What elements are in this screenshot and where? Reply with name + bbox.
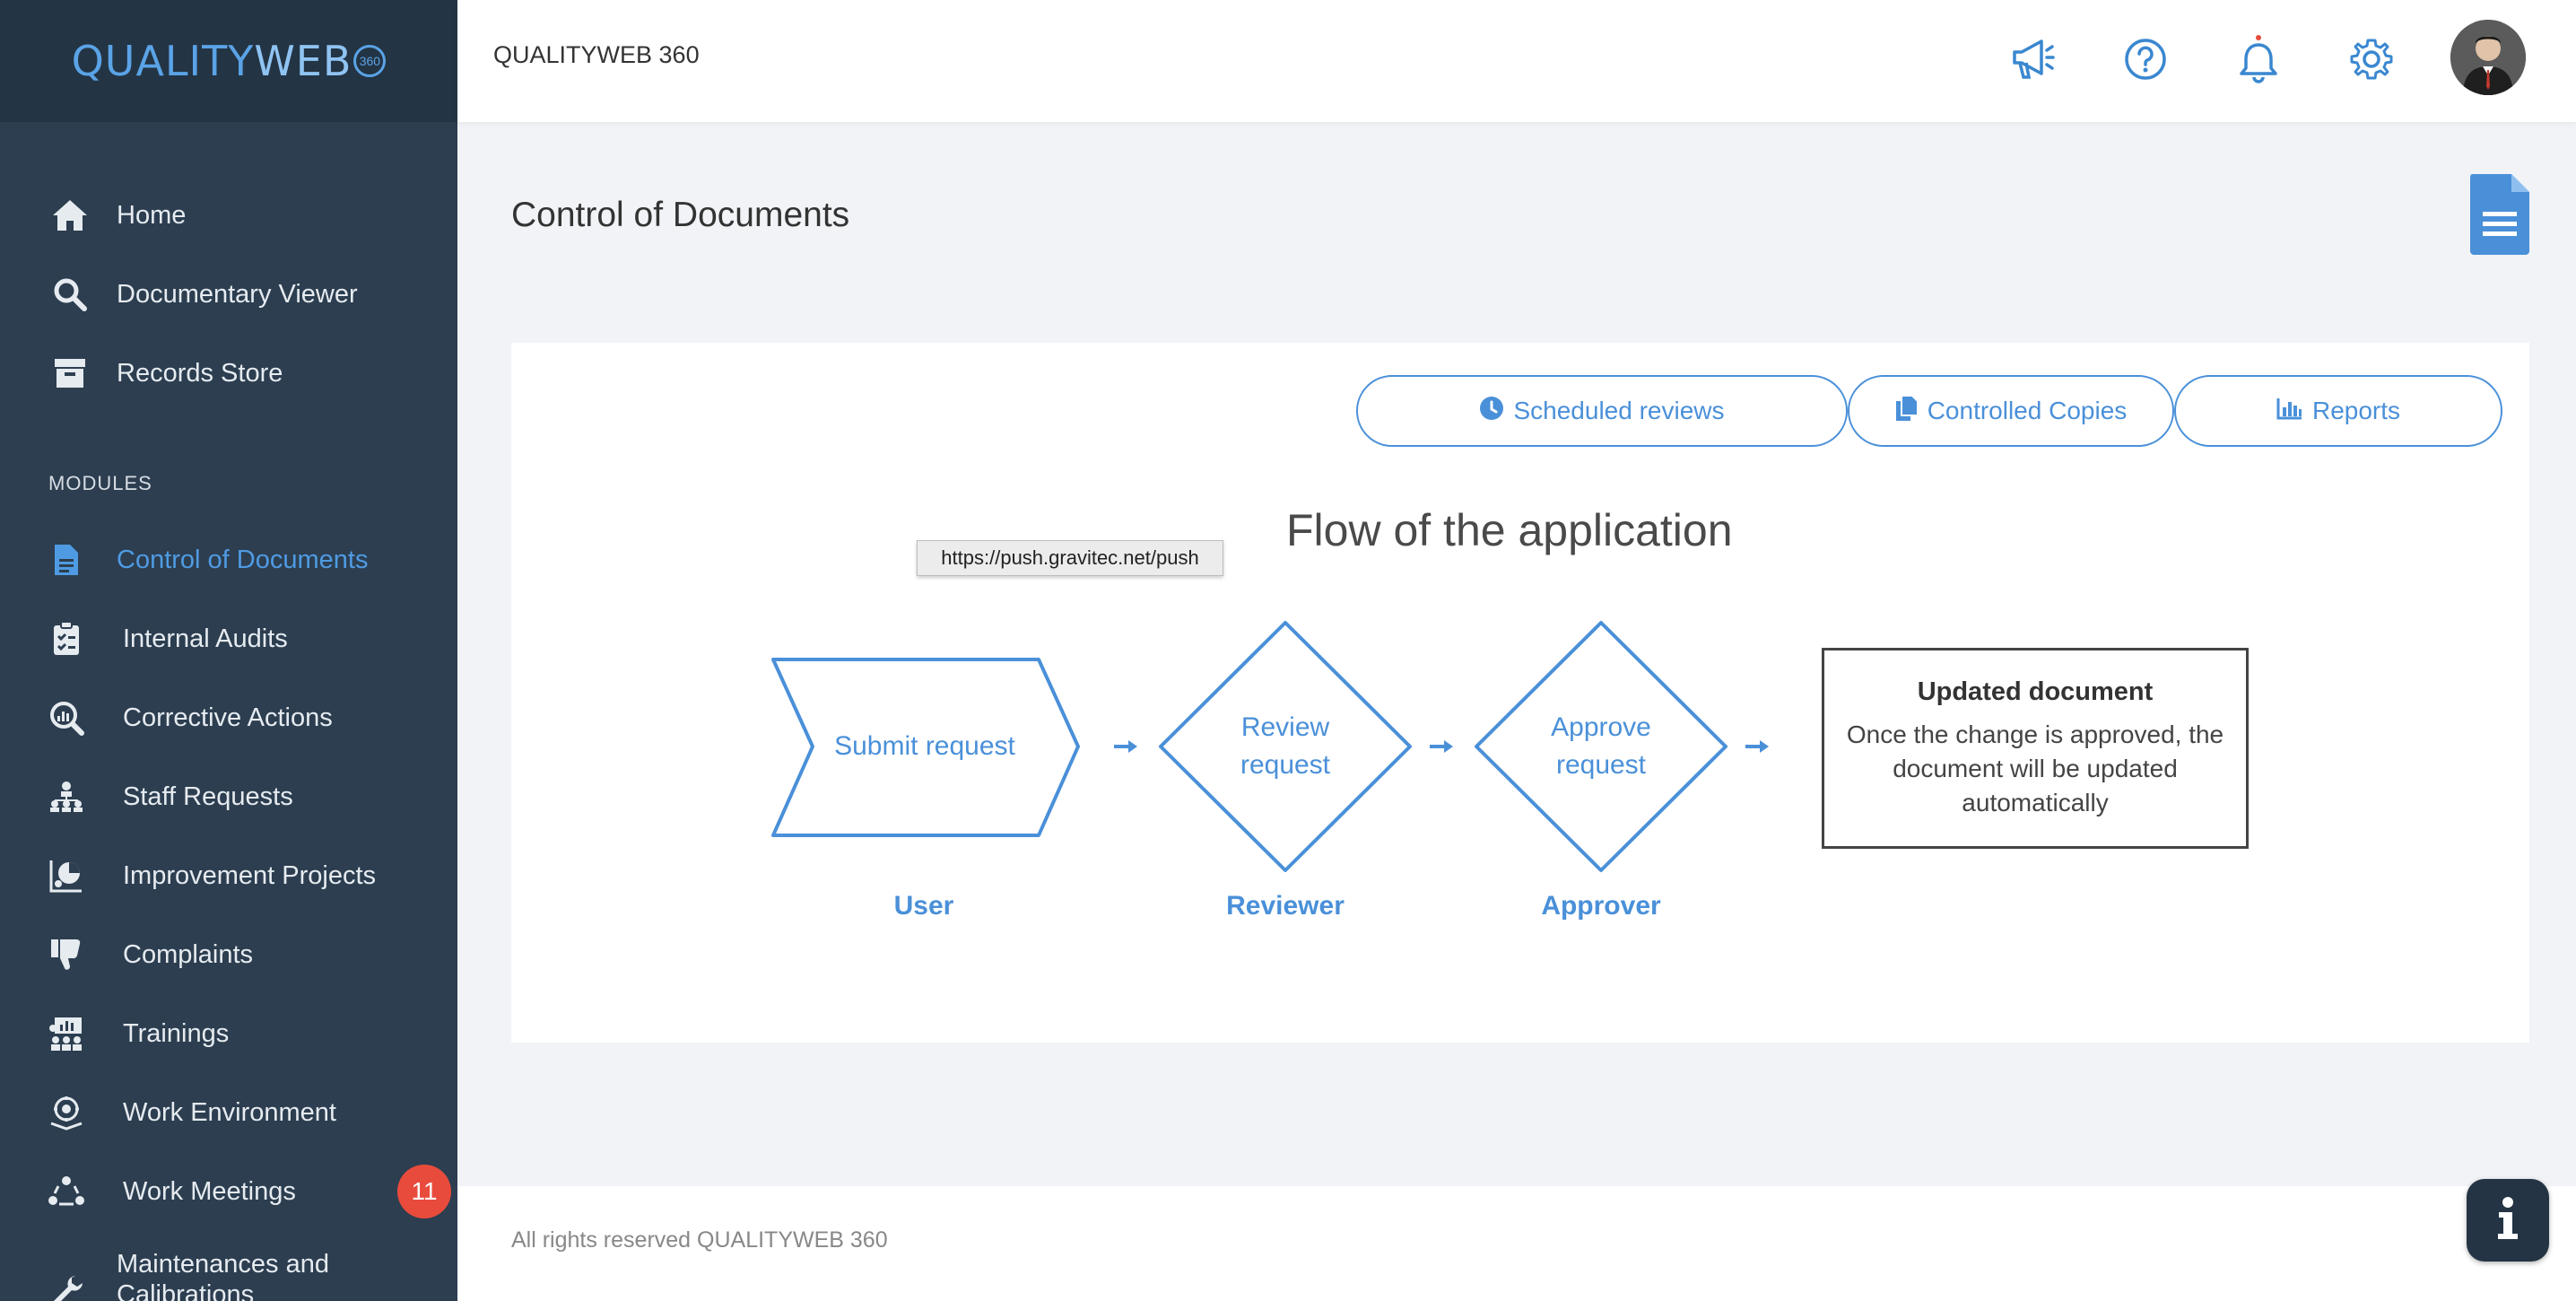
question-icon [2123,37,2168,86]
sidebar-item-label: Work Meetings [123,1176,296,1206]
sidebar-item-home[interactable]: Home [0,187,457,244]
wrench-icon [45,1269,88,1301]
document-icon [2468,172,2531,259]
brand-name-part2: WEB [254,37,352,85]
role-reviewer: Reviewer [1226,891,1345,921]
sidebar-item-improvement-projects[interactable]: Improvement Projects [0,847,457,904]
bar-chart-icon [2276,397,2303,426]
footer: All rights reserved QUALITYWEB 360 [457,1186,2576,1301]
bell-icon [2236,34,2281,89]
brand-badge: 360 [353,45,387,77]
megaphone-icon [2009,38,2056,85]
sidebar-item-label: Maintenances and Calibrations [117,1250,329,1301]
environment-icon [45,1091,88,1134]
sidebar-item-maintenances[interactable]: Maintenances and Calibrations [0,1242,457,1301]
sidebar-item-label: Trainings [123,1018,230,1048]
brand-name-part1: QUALITY [71,37,255,85]
sidebar-item-label: Home [117,200,187,230]
meeting-icon [45,1170,88,1213]
submit-request-label: Submit request [834,731,1015,761]
approve-request-label: Approve request [1551,712,1651,780]
updated-document-box: Updated document Once the change is appr… [1822,648,2249,849]
footer-copyright: All rights reserved QUALITYWEB 360 [511,1227,888,1253]
sidebar-item-label: Control of Documents [117,545,369,574]
sidebar-item-documentary-viewer[interactable]: Documentary Viewer [0,266,457,323]
url-tooltip: https://push.gravitec.net/push [917,540,1223,576]
clock-icon [1479,396,1504,427]
gear-icon [2349,37,2394,86]
clipboard-check-icon [45,617,88,660]
sidebar-item-corrective-actions[interactable]: Corrective Actions [0,689,457,747]
modules-section-label: MODULES [48,472,152,494]
controlled-copies-button[interactable]: Controlled Copies [1848,375,2174,447]
updated-document-title: Updated document [1917,677,2154,706]
sidebar-item-complaints[interactable]: Complaints [0,926,457,983]
info-icon [2494,1196,2521,1245]
controlled-copies-label: Controlled Copies [1927,397,2128,424]
user-avatar[interactable] [2450,20,2526,95]
info-button[interactable] [2467,1179,2549,1262]
review-request-label: Review request [1240,712,1331,780]
notifications-button[interactable] [2230,32,2287,90]
announcements-button[interactable] [2004,32,2061,90]
flow-title: Flow of the application [1286,505,1733,555]
help-button[interactable] [2117,32,2174,90]
document-icon [45,538,88,581]
sidebar-item-label: Internal Audits [123,624,288,653]
sidebar-item-label: Documentary Viewer [117,279,358,309]
sidebar-item-label: Corrective Actions [123,703,333,732]
reports-button[interactable]: Reports [2174,375,2502,447]
sidebar-item-work-meetings[interactable]: Work Meetings 11 [0,1163,457,1220]
project-icon [45,854,88,897]
org-chart-icon [45,775,88,818]
archive-icon [48,352,91,395]
sidebar-item-work-environment[interactable]: Work Environment [0,1084,457,1141]
app-title: QUALITYWEB 360 [493,41,700,68]
updated-document-text: Once the change is approved, the documen… [1846,720,2224,816]
scheduled-reviews-button[interactable]: Scheduled reviews [1356,375,1848,447]
sidebar-item-label: Improvement Projects [123,860,377,890]
thumbs-down-icon [45,933,88,976]
magnify-chart-icon [45,696,88,739]
role-user: User [893,891,954,921]
sidebar: QUALITYWEB 360 Home Documentary Viewer R… [0,0,457,1301]
search-icon [48,273,91,316]
sidebar-item-control-of-documents[interactable]: Control of Documents [0,531,457,589]
sidebar-item-label: Work Environment [123,1097,336,1127]
brand-logo[interactable]: QUALITYWEB 360 [0,0,457,122]
training-icon [45,1012,88,1055]
copy-icon [1895,394,1919,428]
sidebar-item-records-store[interactable]: Records Store [0,345,457,402]
sidebar-item-label: Staff Requests [123,781,293,811]
sidebar-item-label: Complaints [123,939,254,969]
sidebar-item-staff-requests[interactable]: Staff Requests [0,768,457,825]
home-icon [48,194,91,237]
page-title: Control of Documents [511,196,850,234]
meetings-count-badge: 11 [397,1165,451,1218]
reports-label: Reports [2311,397,2401,424]
top-bar: QUALITYWEB 360 [457,0,2576,122]
scheduled-reviews-label: Scheduled reviews [1513,397,1725,424]
settings-button[interactable] [2343,32,2400,90]
role-approver: Approver [1541,891,1661,921]
sidebar-item-label: Records Store [117,358,283,388]
sidebar-item-trainings[interactable]: Trainings [0,1005,457,1062]
sidebar-item-internal-audits[interactable]: Internal Audits [0,610,457,668]
